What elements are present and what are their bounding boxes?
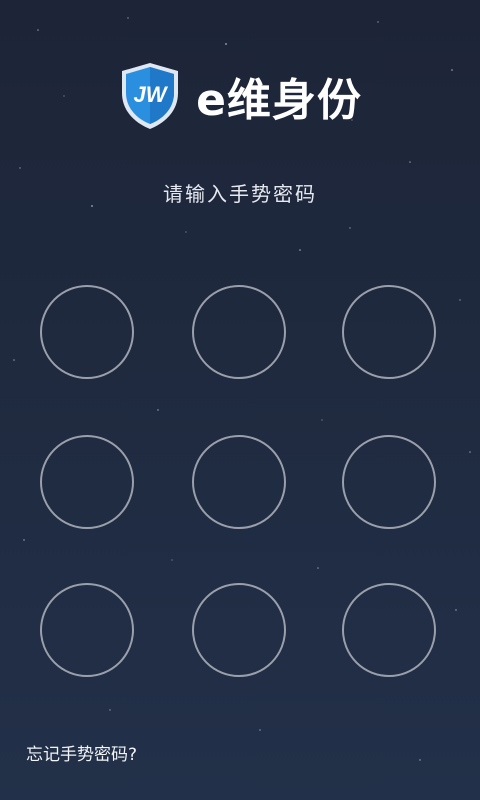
shield-logo-icon: JW: [122, 63, 179, 129]
pattern-lock-grid[interactable]: [40, 285, 440, 679]
forgot-gesture-link[interactable]: 忘记手势密码?: [26, 740, 137, 765]
pattern-dot-2[interactable]: [192, 285, 286, 379]
pattern-dot-7[interactable]: [40, 583, 134, 677]
pattern-dot-9[interactable]: [342, 583, 436, 677]
pattern-dot-8[interactable]: [192, 583, 286, 677]
app-title: e维身份: [196, 75, 362, 126]
pattern-dot-1[interactable]: [40, 285, 134, 379]
gesture-prompt: 请输入手势密码: [163, 182, 317, 206]
app-header: JW e维身份: [0, 60, 480, 132]
pattern-dot-5[interactable]: [192, 435, 286, 529]
pattern-dot-4[interactable]: [40, 435, 134, 529]
pattern-dot-6[interactable]: [342, 435, 436, 529]
logo-text: JW: [134, 82, 169, 107]
pattern-dot-3[interactable]: [342, 285, 436, 379]
